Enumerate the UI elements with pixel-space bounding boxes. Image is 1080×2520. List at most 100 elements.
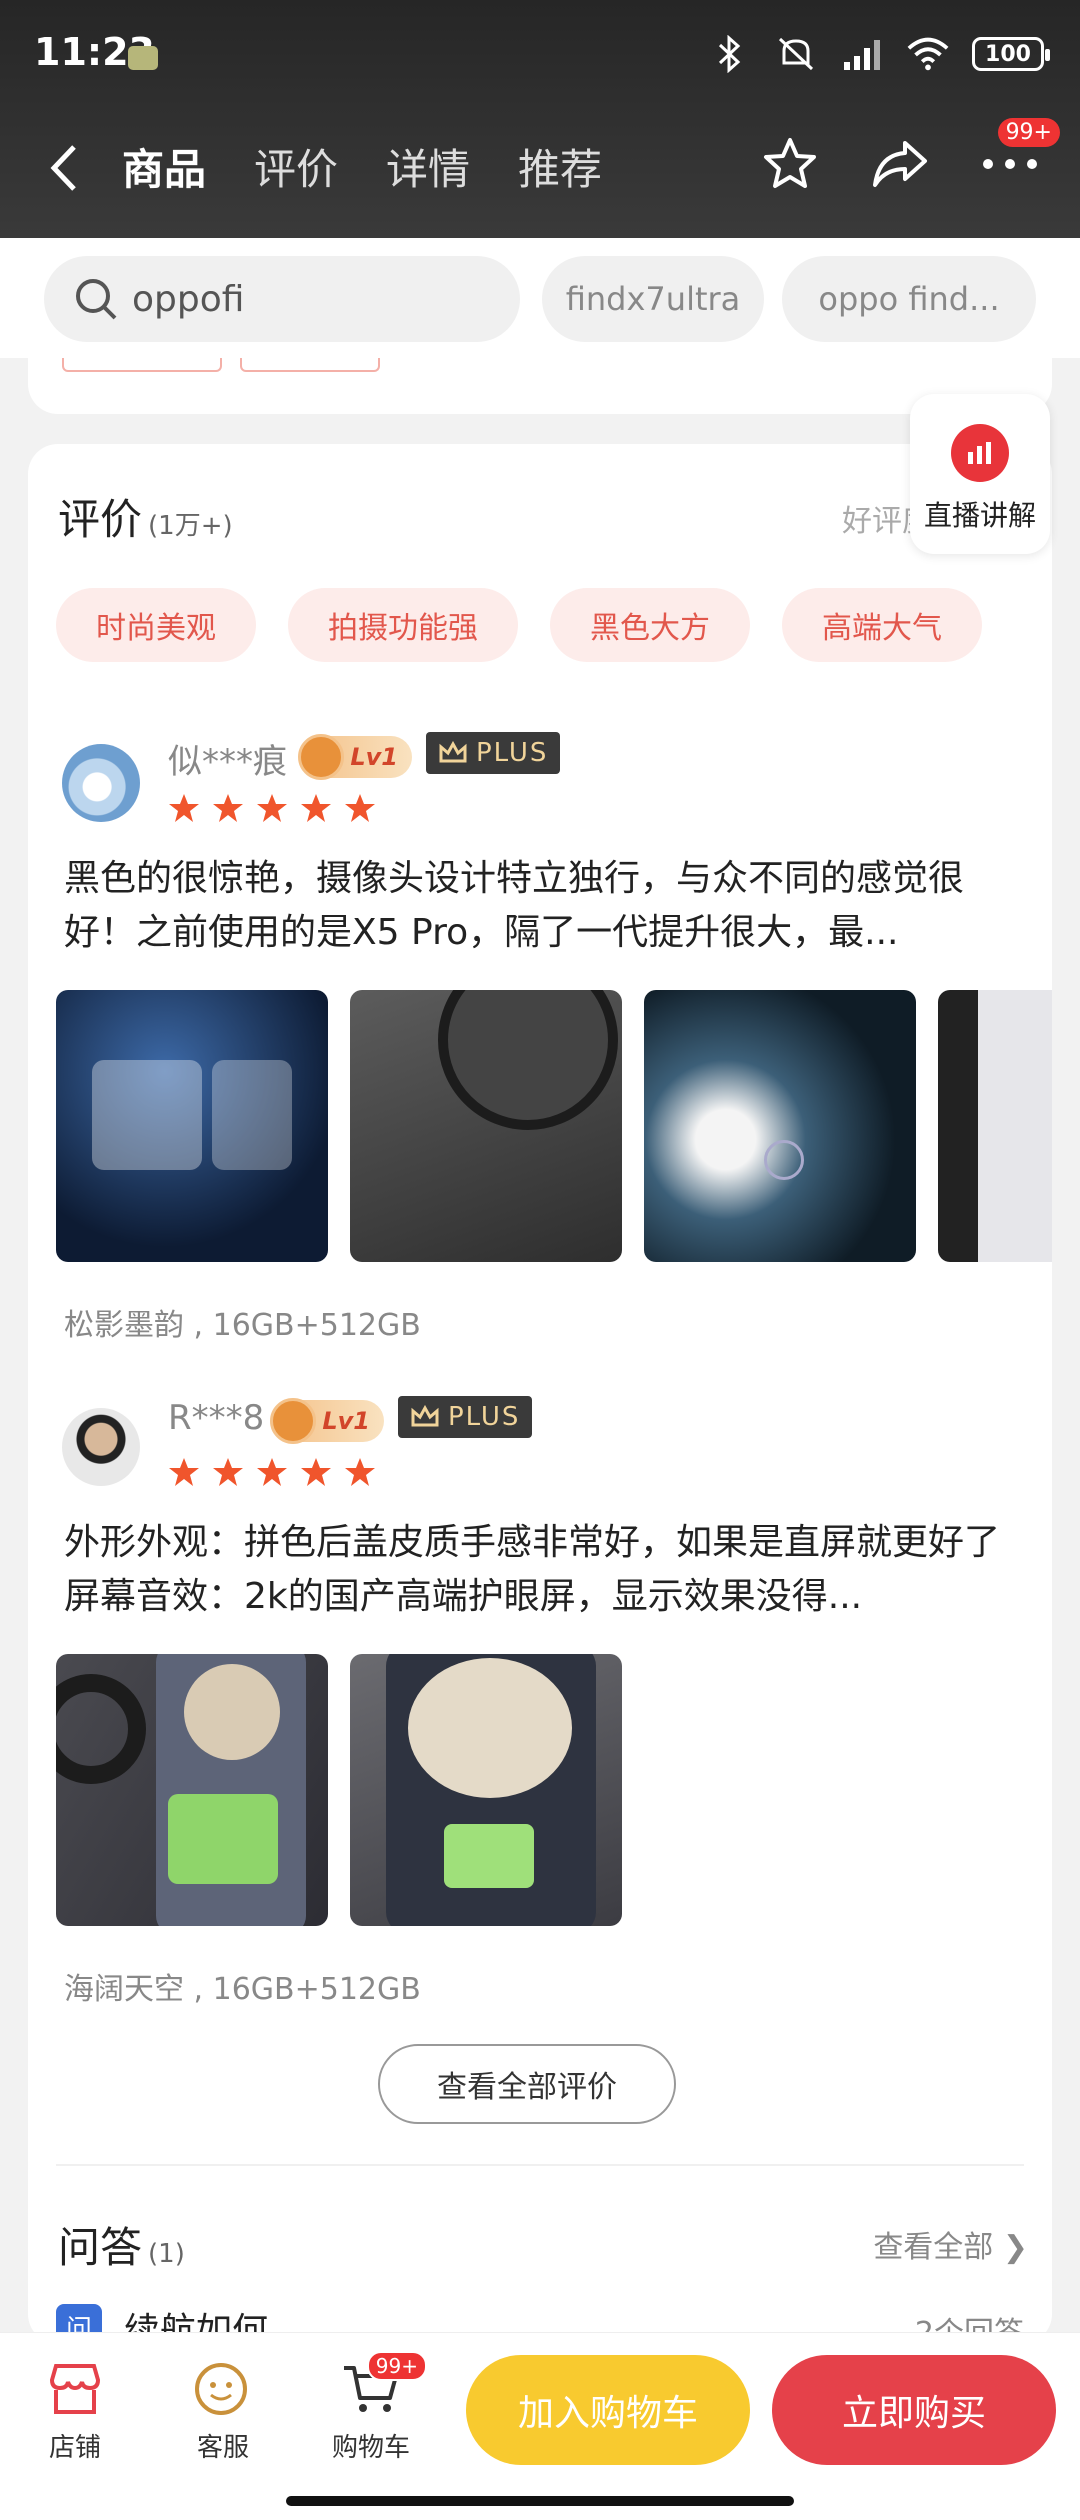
- store-button[interactable]: 店铺: [20, 2357, 130, 2464]
- star-icon: [257, 794, 287, 822]
- favorite-star-icon[interactable]: [760, 134, 820, 194]
- cart-icon: 99+: [339, 2351, 427, 2421]
- customer-service-label: 客服: [196, 2433, 249, 2463]
- level-mascot-icon: [298, 734, 344, 780]
- avatar: [62, 1408, 140, 1486]
- crown-icon: [411, 1405, 439, 1427]
- search-icon: [76, 279, 117, 320]
- nav-tabs: 商品 评价 详情 推荐: [122, 136, 602, 197]
- review-tag[interactable]: 黑色大方: [550, 588, 750, 662]
- more-icon[interactable]: 99+: [980, 118, 1060, 194]
- cart-button[interactable]: 99+ 购物车: [316, 2351, 427, 2464]
- status-icons: 100: [708, 34, 1050, 74]
- qa-title-text: 问答: [58, 2223, 143, 2272]
- review-text: 黑色的很惊艳，摄像头设计特立独行，与众不同的感觉很好！之前使用的是X5 Pro，…: [64, 858, 965, 953]
- plus-text: PLUS: [448, 1402, 521, 1432]
- review-photos: [56, 990, 1052, 1262]
- review-text: 外形外观：拼色后盖皮质手感非常好，如果是直屏就更好了 屏幕音效：2k的国产高端护…: [64, 1522, 1001, 1617]
- review-tag[interactable]: 拍摄功能强: [288, 588, 518, 662]
- review-photos: [56, 1654, 622, 1926]
- level-text: Lv1: [350, 743, 398, 771]
- reviewer-name: 似***痕: [168, 742, 287, 782]
- reviews-title[interactable]: 评价 (1万+): [58, 486, 233, 547]
- rating-stars: [168, 1456, 376, 1488]
- review-photo[interactable]: [644, 990, 916, 1262]
- customer-service-icon: [191, 2357, 255, 2421]
- review-photo[interactable]: [350, 1654, 622, 1926]
- share-icon[interactable]: [870, 134, 930, 194]
- divider: [56, 2164, 1024, 2166]
- star-icon: [213, 794, 243, 822]
- star-icon: [257, 1458, 287, 1486]
- star-icon: [301, 1458, 331, 1486]
- review-photo[interactable]: [938, 990, 1052, 1262]
- battery-icon: 100: [972, 37, 1050, 71]
- bluetooth-icon: [708, 34, 752, 74]
- qa-title[interactable]: 问答 (1): [58, 2214, 185, 2275]
- crown-icon: [439, 741, 467, 763]
- plus-badge: PLUS: [426, 732, 561, 774]
- review-spec: 海阔天空 , 16GB+512GB: [64, 1972, 421, 2007]
- view-all-reviews-button[interactable]: 查看全部评价: [378, 2044, 676, 2124]
- partial-tag: [240, 358, 380, 372]
- qa-view-all-link[interactable]: 查看全部 ❯: [873, 2222, 1028, 2266]
- level-mascot-icon: [270, 1398, 316, 1444]
- tab-reviews[interactable]: 评价: [254, 136, 338, 197]
- live-label: 直播讲解: [923, 499, 1036, 532]
- search-query: oppofi: [132, 278, 245, 320]
- reviews-count: (1万+): [148, 511, 233, 541]
- previous-section-edge: [28, 358, 1052, 414]
- partial-tag: [62, 358, 222, 372]
- level-text: Lv1: [322, 1407, 370, 1435]
- star-icon: [213, 1458, 243, 1486]
- review-tag[interactable]: 时尚美观: [56, 588, 256, 662]
- signal-icon: [840, 34, 884, 74]
- message-notification-icon: [128, 46, 158, 70]
- plus-badge: PLUS: [398, 1396, 533, 1438]
- avatar: [62, 744, 140, 822]
- reviews-title-text: 评价: [58, 495, 143, 544]
- review-photo[interactable]: [56, 990, 328, 1262]
- review-photo[interactable]: [350, 990, 622, 1262]
- star-icon: [345, 794, 375, 822]
- search-row: oppofi findx7ultra oppo find...: [0, 238, 1080, 358]
- star-icon: [169, 1458, 199, 1486]
- tab-details[interactable]: 详情: [386, 136, 470, 197]
- bottom-action-bar: 店铺 客服 99+ 购物车 加入购物车 立即购买: [0, 2332, 1080, 2520]
- star-icon: [345, 1458, 375, 1486]
- search-input[interactable]: oppofi: [44, 256, 520, 342]
- store-label: 店铺: [48, 2433, 101, 2463]
- review-spec: 松影墨韵 , 16GB+512GB: [64, 1308, 421, 1343]
- tab-product[interactable]: 商品: [122, 136, 206, 197]
- nav-actions: 99+: [760, 118, 1060, 194]
- review-tags: 时尚美观 拍摄功能强 黑色大方 高端大气: [56, 588, 982, 662]
- buy-now-button[interactable]: 立即购买: [772, 2355, 1056, 2465]
- customer-service-button[interactable]: 客服: [168, 2357, 278, 2464]
- plus-text: PLUS: [476, 738, 549, 768]
- reviews-card: 评价 (1万+) 好评度 时尚美观 拍摄功能强 黑色大方 高端大气 似***痕 L…: [28, 444, 1052, 2344]
- mute-icon: [774, 34, 818, 74]
- live-explain-button[interactable]: 直播讲解: [910, 394, 1050, 554]
- wifi-icon: [906, 34, 950, 74]
- star-icon: [169, 794, 199, 822]
- tab-recommend[interactable]: 推荐: [518, 136, 602, 197]
- home-indicator[interactable]: [286, 2496, 794, 2506]
- more-badge: 99+: [997, 118, 1060, 147]
- reviewer-name: R***8: [168, 1398, 265, 1438]
- add-to-cart-button[interactable]: 加入购物车: [466, 2355, 750, 2465]
- review-tag[interactable]: 高端大气: [782, 588, 982, 662]
- cart-badge: 99+: [366, 2351, 427, 2381]
- star-icon: [301, 794, 331, 822]
- rating-stars: [168, 792, 376, 824]
- search-suggestion[interactable]: oppo find...: [782, 256, 1036, 342]
- cart-label: 购物车: [331, 2433, 410, 2463]
- back-button[interactable]: [48, 138, 84, 198]
- review-photo[interactable]: [56, 1654, 328, 1926]
- live-icon: [951, 424, 1009, 482]
- level-badge: Lv1: [298, 734, 412, 780]
- search-suggestion[interactable]: findx7ultra: [542, 256, 764, 342]
- level-badge: Lv1: [270, 1398, 384, 1444]
- qa-count: (1): [148, 2239, 185, 2269]
- store-icon: [43, 2357, 107, 2421]
- top-header: 11:23 100 商品 评价 详情 推荐 99+: [0, 0, 1080, 238]
